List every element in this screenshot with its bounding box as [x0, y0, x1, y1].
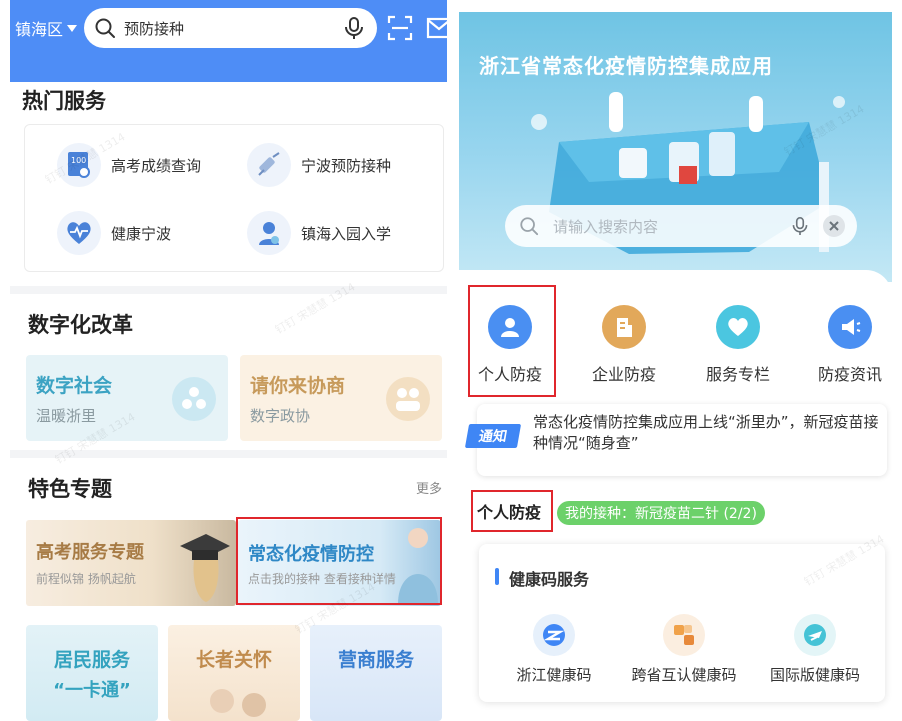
search-input[interactable]: 预防接种: [84, 8, 377, 48]
card-title-line2: “一卡通”: [53, 680, 131, 701]
plane-code-icon: [794, 614, 836, 656]
card-title: 长者关怀: [195, 649, 272, 671]
category-label: 防疫资讯: [817, 365, 882, 384]
student-icon: [247, 211, 291, 255]
close-icon[interactable]: [821, 213, 847, 239]
top-bar: 镇海区 预防接种: [10, 0, 447, 82]
megaphone-icon: [828, 305, 872, 349]
chevron-down-icon: [67, 24, 78, 32]
topic-gaokao[interactable]: 高考服务专题 前程似锦 扬帆起航: [26, 520, 236, 606]
search-placeholder: 请输入搜索内容: [553, 217, 659, 236]
digital-reform-title: 数字化改革: [28, 313, 133, 337]
category-epidemic-news[interactable]: 防疫资讯: [805, 305, 892, 385]
search-icon: [520, 217, 539, 236]
district-label: 镇海区: [15, 20, 64, 39]
mutual-code-icon: [663, 614, 705, 656]
search-icon: [95, 18, 115, 38]
category-label: 企业防疫: [591, 365, 656, 384]
topic-subtitle: 前程似锦 扬帆起航: [36, 572, 136, 586]
notice-text: 常态化疫情防控集成应用上线“浙里办”，新冠疫苗接种情况“随身查”: [533, 413, 879, 452]
card-title: 营商服务: [337, 649, 414, 671]
topic-title: 高考服务专题: [36, 542, 144, 563]
syringe-icon: [247, 143, 291, 187]
service-zhenhai-enrollment[interactable]: 镇海入园入学: [247, 211, 391, 255]
card-title: 居民服务: [53, 649, 130, 671]
personal-section-label: 个人防疫: [477, 503, 542, 522]
zhejiang-health-code[interactable]: 浙江健康码: [499, 614, 609, 685]
service-label: 健康宁波: [111, 224, 172, 243]
mail-icon[interactable]: [426, 14, 447, 42]
scan-icon[interactable]: [386, 14, 414, 42]
heart-pulse-icon: [57, 211, 101, 255]
featured-title: 特色专题: [28, 477, 112, 501]
section-divider: [10, 286, 447, 294]
district-selector[interactable]: 镇海区: [15, 16, 78, 40]
banner-title: 浙江省常态化疫情防控集成应用: [479, 54, 773, 78]
topic-subtitle: 点击我的接种 查看接种详情: [248, 572, 396, 586]
health-code-card: 健康码服务 浙江健康码 跨省互认健康码 国际版健康码: [479, 544, 885, 702]
category-service-column[interactable]: 服务专栏: [693, 305, 783, 385]
hot-services-title: 热门服务: [22, 89, 106, 113]
heart-icon: [716, 305, 760, 349]
hot-services-card: 100 高考成绩查询 宁波预防接种 健康宁波 镇海入园入学: [24, 124, 444, 272]
banner: 浙江省常态化疫情防控集成应用 请输入搜索内容: [459, 12, 892, 282]
service-label: 镇海入园入学: [301, 224, 392, 243]
card-title: 数字社会: [36, 375, 113, 397]
mutual-health-code[interactable]: 跨省互认健康码: [619, 614, 749, 685]
code-label: 跨省互认健康码: [631, 666, 737, 684]
service-label: 高考成绩查询: [111, 156, 202, 175]
elderly-couple-icon: [210, 689, 266, 717]
vaccination-status-badge[interactable]: 我的接种：新冠疫苗二针 (2/2): [557, 501, 765, 525]
svg-text:100: 100: [71, 156, 86, 165]
right-screen: 浙江省常态化疫情防控集成应用 请输入搜索内容 个人防疫 企业防疫 服务专栏 防疫…: [459, 12, 892, 721]
microphone-icon[interactable]: [791, 215, 809, 237]
international-health-code[interactable]: 国际版健康码: [755, 614, 875, 685]
category-label: 个人防疫: [477, 365, 542, 384]
category-enterprise[interactable]: 企业防疫: [579, 305, 669, 385]
people-icon: [172, 377, 216, 421]
doctor-icon: [398, 528, 438, 604]
topic-epidemic-control[interactable]: 常态化疫情防控 点击我的接种 查看接种详情: [238, 520, 441, 606]
card-elder-care[interactable]: 长者关怀: [168, 625, 300, 721]
card-resident-services[interactable]: 居民服务 “一卡通”: [26, 625, 158, 721]
card-subtitle: 数字政协: [250, 407, 311, 425]
card-digital-society[interactable]: 数字社会 温暖浙里: [26, 355, 228, 441]
search-text: 预防接种: [124, 19, 185, 38]
microphone-icon[interactable]: [343, 16, 365, 40]
category-personal[interactable]: 个人防疫: [465, 305, 555, 385]
score-report-icon: 100: [57, 143, 101, 187]
category-label: 服务专栏: [705, 365, 770, 384]
health-code-title: 健康码服务: [509, 570, 590, 589]
service-gaokao-score[interactable]: 100 高考成绩查询: [57, 143, 201, 187]
graduation-cap-icon: [180, 534, 230, 602]
notice-tag: 通知: [464, 424, 522, 448]
notice-card[interactable]: 通知 常态化疫情防控集成应用上线“浙里办”，新冠疫苗接种情况“随身查”: [464, 404, 887, 476]
code-label: 国际版健康码: [769, 666, 860, 684]
title-accent-bar: [495, 568, 499, 585]
service-label: 宁波预防接种: [301, 156, 392, 175]
banner-search-input[interactable]: 请输入搜索内容: [505, 205, 857, 247]
person-icon: [488, 305, 532, 349]
card-title: 请你来协商: [250, 375, 346, 397]
more-link[interactable]: 更多: [416, 478, 442, 497]
zhejiang-code-icon: [533, 614, 575, 656]
service-ningbo-vaccination[interactable]: 宁波预防接种: [247, 143, 391, 187]
code-label: 浙江健康码: [516, 666, 592, 684]
service-health-ningbo[interactable]: 健康宁波: [57, 211, 171, 255]
left-screen: 镇海区 预防接种 热门服务 100 高考成绩查询 宁波预防接种 健康宁波 镇海入…: [10, 0, 447, 721]
card-subtitle: 温暖浙里: [36, 407, 97, 425]
card-consultation[interactable]: 请你来协商 数字政协: [240, 355, 442, 441]
building-icon: [602, 305, 646, 349]
topic-title: 常态化疫情防控: [248, 544, 374, 565]
card-business-services[interactable]: 营商服务: [310, 625, 442, 721]
section-divider: [10, 450, 447, 458]
discussion-icon: [386, 377, 430, 421]
